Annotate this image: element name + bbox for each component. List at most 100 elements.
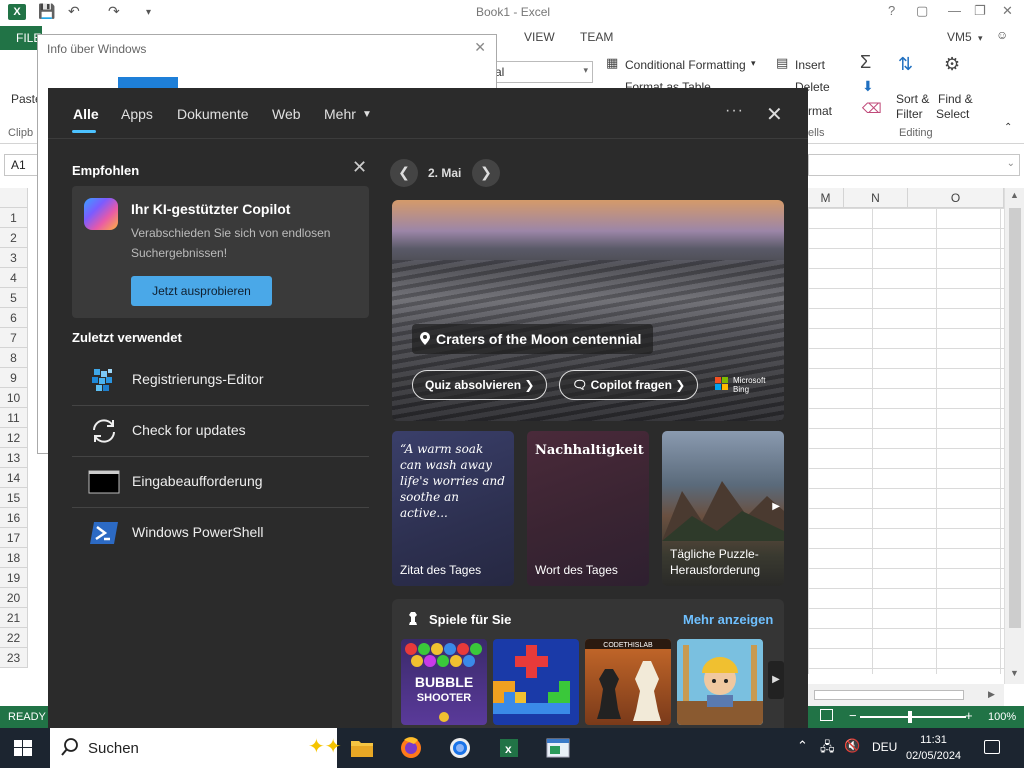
zoom-out-icon[interactable]: − — [849, 708, 857, 723]
conditional-formatting-button[interactable]: Conditional Formatting — [625, 58, 746, 72]
taskbar-search-box[interactable]: Suchen ✦✦ — [50, 728, 342, 768]
tab-view[interactable]: VIEW — [524, 30, 555, 44]
name-box[interactable]: A1 — [4, 154, 40, 176]
scroll-up-icon[interactable]: ▲ — [1010, 190, 1019, 200]
row-header[interactable]: 21 — [0, 608, 28, 628]
minimize-icon[interactable]: — — [948, 3, 961, 18]
list-item[interactable]: Eingabeaufforderung — [72, 457, 369, 508]
close-icon[interactable]: ✕ — [474, 39, 486, 56]
row-header[interactable]: 9 — [0, 368, 28, 388]
restore-icon[interactable]: ❐ — [974, 3, 986, 19]
row-header[interactable]: 4 — [0, 268, 28, 288]
game-tile-miner[interactable] — [677, 639, 763, 725]
cell-grid[interactable] — [808, 208, 1004, 674]
row-header[interactable]: 13 — [0, 448, 28, 468]
row-header[interactable]: 14 — [0, 468, 28, 488]
help-icon[interactable]: ? — [888, 3, 895, 18]
word-of-the-day-tile[interactable]: Nachhaltigkeit Wort des Tages — [527, 431, 649, 586]
collapse-ribbon-icon[interactable]: ⌃ — [1004, 122, 1012, 133]
list-item[interactable]: Check for updates — [72, 406, 369, 457]
autosum-icon[interactable]: Σ — [860, 52, 871, 73]
sort-filter-button-line2[interactable]: Filter — [896, 107, 923, 121]
row-header[interactable]: 6 — [0, 308, 28, 328]
tab-web[interactable]: Web — [272, 106, 301, 122]
ask-copilot-button[interactable]: 🗨 Copilot fragen ❯ — [559, 370, 699, 400]
search-input[interactable]: Suchen — [88, 740, 139, 757]
zoom-level[interactable]: 100% — [988, 711, 1016, 723]
row-header[interactable]: 23 — [0, 648, 28, 668]
row-header[interactable]: 19 — [0, 568, 28, 588]
scrollbar-thumb[interactable] — [1009, 208, 1021, 628]
qat-customize-icon[interactable]: ▾ — [146, 7, 151, 18]
notification-center-icon[interactable] — [984, 740, 1000, 754]
tab-team[interactable]: TEAM — [580, 30, 613, 44]
try-copilot-button[interactable]: Jetzt ausprobieren — [131, 276, 272, 306]
user-avatar-icon[interactable]: ☺ — [996, 28, 1008, 42]
user-dropdown-icon[interactable]: ▾ — [978, 33, 983, 44]
scrollbar-thumb[interactable] — [814, 690, 964, 700]
volume-muted-icon[interactable]: 🔇 — [844, 738, 860, 754]
more-options-icon[interactable]: ··· — [725, 102, 744, 120]
column-header[interactable]: N — [844, 188, 908, 208]
row-header[interactable]: 7 — [0, 328, 28, 348]
redo-icon[interactable]: ↷ — [108, 3, 120, 20]
fill-icon[interactable]: ⬇ — [862, 78, 874, 95]
row-header[interactable]: 16 — [0, 508, 28, 528]
system-info-icon[interactable] — [543, 734, 573, 762]
sort-filter-button[interactable]: Sort & — [896, 92, 929, 106]
previous-day-button[interactable]: ❮ — [390, 159, 418, 187]
daily-puzzle-tile[interactable]: Tägliche Puzzle- Herausforderung ▶ — [662, 431, 784, 586]
row-header[interactable]: 11 — [0, 408, 28, 428]
find-select-button-line2[interactable]: Select — [936, 107, 969, 121]
row-header[interactable]: 12 — [0, 428, 28, 448]
show-more-link[interactable]: Mehr anzeigen — [683, 612, 773, 627]
select-all-corner[interactable] — [0, 188, 28, 208]
file-tab[interactable]: FILE — [0, 26, 42, 50]
next-day-button[interactable]: ❯ — [472, 159, 500, 187]
row-header[interactable]: 10 — [0, 388, 28, 408]
column-header[interactable]: M — [808, 188, 844, 208]
row-header[interactable]: 15 — [0, 488, 28, 508]
vertical-scrollbar[interactable]: ▲ ▼ — [1004, 188, 1024, 684]
quote-of-the-day-tile[interactable]: “A warm soak can wash away life's worrie… — [392, 431, 514, 586]
column-header[interactable]: O — [908, 188, 1004, 208]
dismiss-recommended-icon[interactable]: ✕ — [352, 157, 367, 178]
tab-apps[interactable]: Apps — [121, 106, 153, 122]
ribbon-display-icon[interactable]: ▢ — [916, 3, 928, 19]
row-header[interactable]: 3 — [0, 248, 28, 268]
language-indicator[interactable]: DEU — [872, 740, 897, 754]
chrome-icon[interactable] — [445, 734, 475, 762]
tab-alle[interactable]: Alle — [73, 106, 99, 122]
hero-title[interactable]: Craters of the Moon centennial — [412, 324, 654, 354]
row-header[interactable]: 8 — [0, 348, 28, 368]
save-icon[interactable]: 💾 — [38, 3, 55, 20]
clock[interactable]: 11:31 02/05/2024 — [906, 732, 961, 764]
tab-mehr[interactable]: Mehr — [324, 106, 356, 122]
network-icon[interactable]: 🖧 — [820, 738, 835, 760]
row-header[interactable]: 18 — [0, 548, 28, 568]
file-explorer-icon[interactable] — [347, 734, 377, 762]
game-tile-chess[interactable]: CODETHISLAB — [585, 639, 671, 725]
normal-view-icon[interactable] — [820, 709, 833, 721]
row-header[interactable]: 5 — [0, 288, 28, 308]
row-header[interactable]: 17 — [0, 528, 28, 548]
find-select-button[interactable]: Find & — [938, 92, 973, 106]
scroll-down-icon[interactable]: ▼ — [1010, 668, 1019, 678]
chevron-down-icon[interactable]: ▼ — [362, 109, 372, 120]
font-name-box[interactable]: al ▾ — [490, 61, 593, 83]
games-scroll-right-button[interactable]: ▶ — [768, 661, 784, 699]
scroll-right-icon[interactable]: ▶ — [988, 689, 995, 700]
windows-start-icon[interactable] — [14, 740, 32, 756]
game-tile-blocks[interactable] — [493, 639, 579, 725]
horizontal-scrollbar[interactable]: ▶ — [808, 684, 1004, 706]
chevron-right-icon[interactable]: ▶ — [772, 501, 780, 512]
format-button[interactable]: rmat — [808, 104, 832, 118]
close-icon[interactable]: ✕ — [766, 102, 783, 127]
tab-dokumente[interactable]: Dokumente — [177, 106, 249, 122]
hero-card[interactable]: Craters of the Moon centennial Quiz abso… — [392, 200, 784, 421]
insert-button[interactable]: Insert — [795, 58, 825, 72]
quiz-button[interactable]: Quiz absolvieren ❯ — [412, 370, 548, 400]
firefox-icon[interactable] — [396, 734, 426, 762]
expand-formula-icon[interactable]: ⌄ — [1007, 158, 1015, 169]
row-header[interactable]: 20 — [0, 588, 28, 608]
